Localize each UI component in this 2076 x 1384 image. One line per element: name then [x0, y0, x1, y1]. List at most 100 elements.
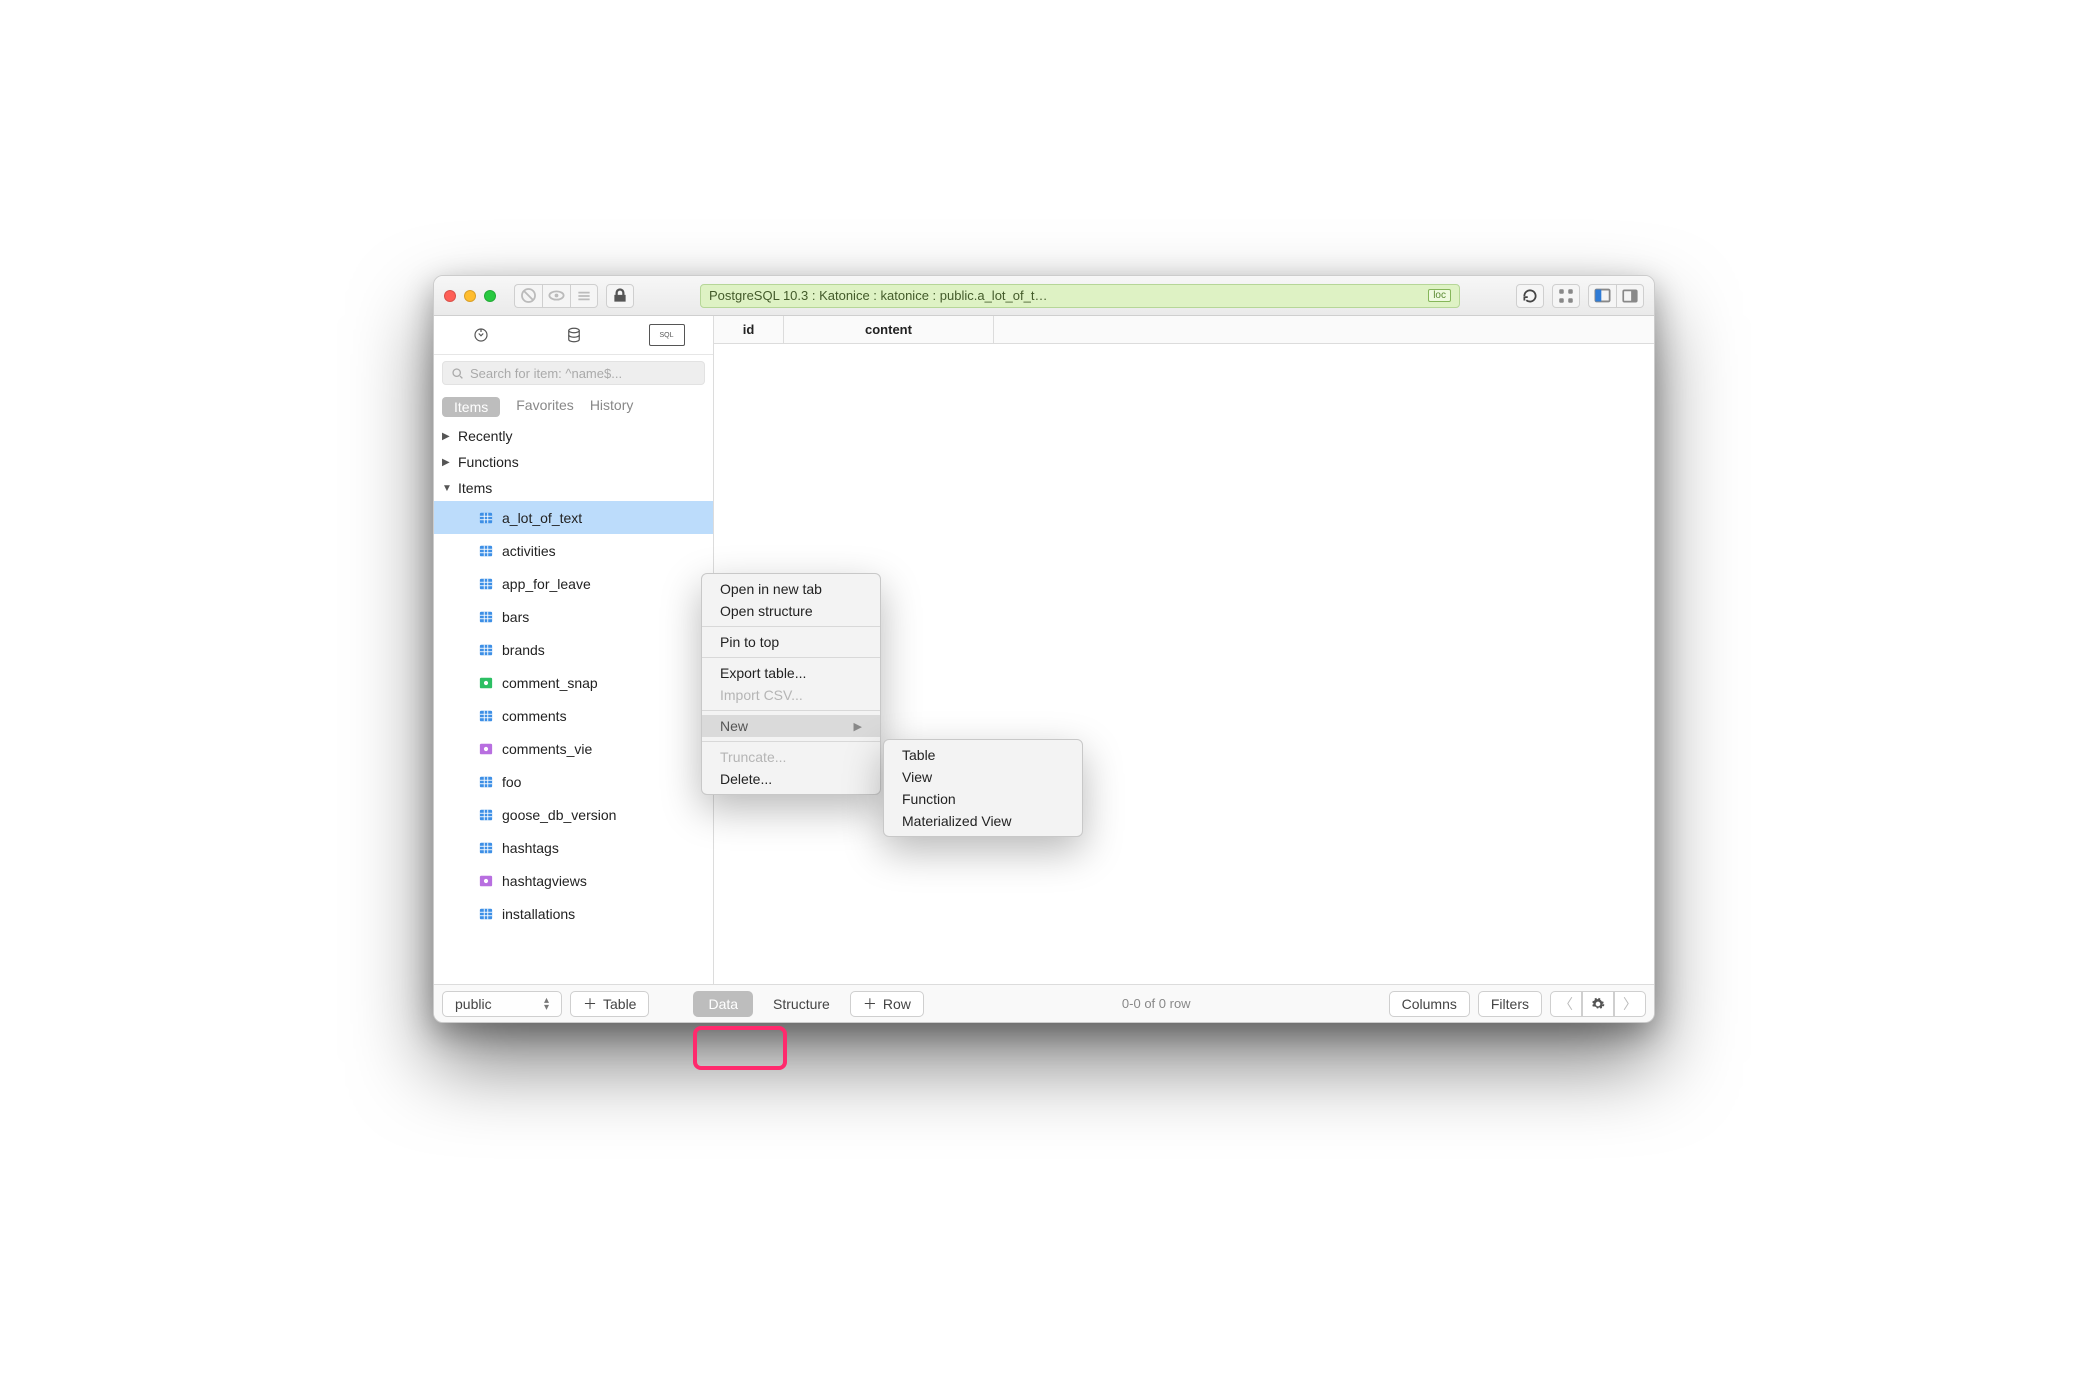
table-icon: [478, 643, 494, 657]
loc-badge: loc: [1428, 289, 1451, 302]
table-label: app_for_leave: [502, 576, 591, 592]
table-label: bars: [502, 609, 529, 625]
left-panel-toggle[interactable]: [1588, 284, 1616, 308]
table-item-foo[interactable]: foo: [434, 765, 713, 798]
table-item-app_for_leave[interactable]: app_for_leave: [434, 567, 713, 600]
next-page-button[interactable]: 〉: [1614, 991, 1646, 1017]
table-item-hashtags[interactable]: hashtags: [434, 831, 713, 864]
table-icon: [478, 511, 494, 525]
connections-icon[interactable]: [463, 324, 499, 346]
submenu-function[interactable]: Function: [884, 788, 1082, 810]
menu-import-csv: Import CSV...: [702, 684, 880, 706]
table-item-goose_db_version[interactable]: goose_db_version: [434, 798, 713, 831]
tab-items[interactable]: Items: [442, 397, 500, 417]
add-table-button[interactable]: ＋ Table: [570, 991, 649, 1017]
list-button[interactable]: [570, 284, 598, 308]
new-submenu: Table View Function Materialized View: [883, 739, 1083, 837]
table-item-bars[interactable]: bars: [434, 600, 713, 633]
table-label: comments: [502, 708, 567, 724]
table-item-comments[interactable]: comments: [434, 699, 713, 732]
sql-icon[interactable]: SQL: [649, 324, 685, 346]
menu-open-structure[interactable]: Open structure: [702, 600, 880, 622]
table-item-brands[interactable]: brands: [434, 633, 713, 666]
columns-button[interactable]: Columns: [1389, 991, 1470, 1017]
table-label: comment_snap: [502, 675, 598, 691]
menu-pin-to-top[interactable]: Pin to top: [702, 631, 880, 653]
menu-export-table[interactable]: Export table...: [702, 662, 880, 684]
table-icon: [478, 709, 494, 723]
settings-button[interactable]: [1582, 991, 1614, 1017]
table-item-hashtagviews[interactable]: hashtagviews: [434, 864, 713, 897]
table-label: goose_db_version: [502, 807, 616, 823]
refresh-button[interactable]: [1516, 284, 1544, 308]
search-input[interactable]: Search for item: ^name$...: [442, 361, 705, 385]
window-zoom-icon[interactable]: [484, 290, 496, 302]
stop-button[interactable]: [514, 284, 542, 308]
table-label: hashtags: [502, 840, 559, 856]
menu-delete[interactable]: Delete...: [702, 768, 880, 790]
schema-selector[interactable]: public ▴▾: [442, 991, 562, 1017]
menu-new-submenu[interactable]: New ▶: [702, 715, 880, 737]
view-icon: [478, 676, 494, 690]
table-label: activities: [502, 543, 556, 559]
connection-text: PostgreSQL 10.3 : Katonice : katonice : …: [709, 288, 1047, 303]
titlebar: PostgreSQL 10.3 : Katonice : katonice : …: [434, 276, 1654, 316]
lock-button[interactable]: [606, 284, 634, 308]
table-icon: [478, 544, 494, 558]
database-icon[interactable]: [556, 324, 592, 346]
table-label: a_lot_of_text: [502, 510, 582, 526]
tree-group-functions[interactable]: ▶Functions: [434, 449, 713, 475]
view-button[interactable]: [542, 284, 570, 308]
tab-history[interactable]: History: [590, 397, 634, 417]
data-mode-button[interactable]: Data: [693, 991, 753, 1017]
view-icon: [478, 742, 494, 756]
table-item-a_lot_of_text[interactable]: a_lot_of_text: [434, 501, 713, 534]
table-icon: [478, 775, 494, 789]
table-label: brands: [502, 642, 545, 658]
table-item-comment_snap[interactable]: comment_snap: [434, 666, 713, 699]
table-item-installations[interactable]: installations: [434, 897, 713, 930]
table-item-comments_vie[interactable]: comments_vie: [434, 732, 713, 765]
sidebar: SQL Search for item: ^name$... Items Fav…: [434, 316, 714, 984]
sidebar-tree: ▶Recently ▶Functions ▼Items a_lot_of_tex…: [434, 423, 713, 984]
submenu-view[interactable]: View: [884, 766, 1082, 788]
app-window: PostgreSQL 10.3 : Katonice : katonice : …: [433, 275, 1655, 1023]
right-panel-toggle[interactable]: [1616, 284, 1644, 308]
prev-page-button[interactable]: 〈: [1550, 991, 1582, 1017]
grid-layout-button[interactable]: [1552, 284, 1580, 308]
add-table-highlight: [693, 1026, 787, 1070]
column-id[interactable]: id: [714, 316, 784, 343]
view-icon: [478, 874, 494, 888]
table-icon: [478, 610, 494, 624]
context-menu: Open in new tab Open structure Pin to to…: [701, 573, 881, 795]
table-label: installations: [502, 906, 575, 922]
column-content[interactable]: content: [784, 316, 994, 343]
plus-icon: ＋: [583, 994, 597, 1014]
table-item-activities[interactable]: activities: [434, 534, 713, 567]
filters-button[interactable]: Filters: [1478, 991, 1542, 1017]
table-icon: [478, 907, 494, 921]
add-row-button[interactable]: ＋ Row: [850, 991, 924, 1017]
tree-group-items[interactable]: ▼Items: [434, 475, 713, 501]
table-icon: [478, 808, 494, 822]
connection-path[interactable]: PostgreSQL 10.3 : Katonice : katonice : …: [700, 284, 1460, 308]
table-icon: [478, 841, 494, 855]
status-text: 0-0 of 0 row: [932, 996, 1381, 1011]
chevron-updown-icon: ▴▾: [544, 997, 549, 1011]
search-placeholder: Search for item: ^name$...: [470, 366, 622, 381]
menu-truncate: Truncate...: [702, 746, 880, 768]
tab-favorites[interactable]: Favorites: [516, 397, 574, 417]
bottom-bar: public ▴▾ ＋ Table Data Structure ＋ Row 0…: [434, 984, 1654, 1022]
structure-mode-button[interactable]: Structure: [761, 991, 842, 1017]
chevron-right-icon: ▶: [854, 720, 862, 733]
submenu-table[interactable]: Table: [884, 744, 1082, 766]
menu-open-new-tab[interactable]: Open in new tab: [702, 578, 880, 600]
submenu-matview[interactable]: Materialized View: [884, 810, 1082, 832]
window-minimize-icon[interactable]: [464, 290, 476, 302]
table-label: hashtagviews: [502, 873, 587, 889]
table-icon: [478, 577, 494, 591]
table-label: foo: [502, 774, 521, 790]
tree-group-recently[interactable]: ▶Recently: [434, 423, 713, 449]
window-close-icon[interactable]: [444, 290, 456, 302]
table-label: comments_vie: [502, 741, 592, 757]
